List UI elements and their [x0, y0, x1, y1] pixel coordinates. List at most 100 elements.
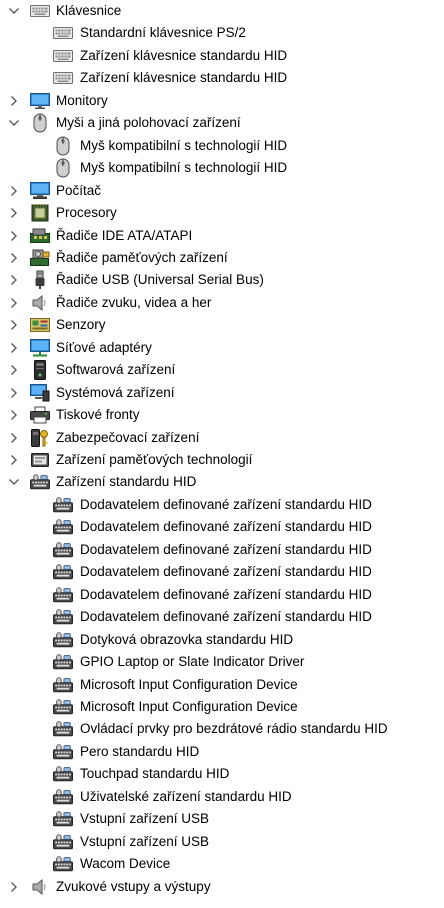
chevron-right-icon[interactable] [6, 359, 22, 381]
category-mysi-label: Myši a jiná polohovací zařízení [56, 115, 241, 131]
tree-category-row[interactable]: Systémová zařízení [0, 382, 444, 404]
tree-device-row[interactable]: Zařízení klávesnice standardu HID [0, 67, 444, 89]
usb-icon [30, 270, 50, 290]
device-keyboard-ps2-label: Standardní klávesnice PS/2 [80, 25, 246, 41]
tree-category-row[interactable]: Zvukové vstupy a výstupy [0, 876, 444, 898]
tree-device-row[interactable]: Dodavatelem definované zařízení standard… [0, 606, 444, 628]
device-wacom-label: Wacom Device [80, 856, 171, 872]
processor-icon [30, 204, 50, 222]
device-gpio-indicator-label: GPIO Laptop or Slate Indicator Driver [80, 654, 305, 670]
category-zabezpecovaci-zarizeni-label: Zabezpečovací zařízení [56, 429, 200, 445]
system-device-icon [30, 383, 50, 402]
tree-category-row[interactable]: Řadiče zvuku, videa a her [0, 292, 444, 314]
speaker-icon [30, 878, 50, 896]
tree-category-row[interactable]: Procesory [0, 202, 444, 224]
chevron-right-icon[interactable] [6, 292, 22, 314]
category-monitory-label: Monitory [56, 92, 108, 108]
tree-device-row[interactable]: Myš kompatibilní s technologií HID [0, 157, 444, 179]
tree-device-row[interactable]: Microsoft Input Configuration Device [0, 674, 444, 696]
tree-device-row[interactable]: Standardní klávesnice PS/2 [0, 22, 444, 44]
category-procesory-label: Procesory [56, 205, 117, 221]
tree-device-row[interactable]: Dodavatelem definované zařízení standard… [0, 539, 444, 561]
tree-device-row[interactable]: Dodavatelem definované zařízení standard… [0, 494, 444, 516]
hid-icon [53, 810, 73, 828]
tree-device-row[interactable]: Pero standardu HID [0, 741, 444, 763]
chevron-right-icon[interactable] [6, 247, 22, 269]
tree-device-row[interactable]: Touchpad standardu HID [0, 763, 444, 785]
tree-category-row[interactable]: Řadiče IDE ATA/ATAPI [0, 225, 444, 247]
chevron-right-icon[interactable] [6, 314, 22, 336]
chevron-right-icon[interactable] [6, 382, 22, 404]
tree-device-row[interactable]: Dotyková obrazovka standardu HID [0, 629, 444, 651]
chevron-down-icon[interactable] [6, 0, 22, 22]
tree-device-row[interactable]: Dodavatelem definované zařízení standard… [0, 516, 444, 538]
chevron-right-icon[interactable] [6, 876, 22, 898]
monitor-icon [30, 92, 50, 110]
tree-device-row[interactable]: Myš kompatibilní s technologií HID [0, 135, 444, 157]
device-tree: Klávesnice Standardní klávesnice PS/2 Zaří… [0, 0, 444, 908]
tree-category-row[interactable]: Počítač [0, 180, 444, 202]
device-keyboard-hid-label: Zařízení klávesnice standardu HID [80, 70, 288, 86]
hid-icon [53, 743, 73, 761]
device-hid-vendor-defined-label: Dodavatelem definované zařízení standard… [80, 609, 372, 625]
chevron-right-icon[interactable] [6, 225, 22, 247]
tree-category-row[interactable]: Zařízení paměťových technologií [0, 449, 444, 471]
chevron-down-icon[interactable] [6, 112, 22, 134]
tree-category-row[interactable]: Síťové adaptéry [0, 337, 444, 359]
hid-icon [53, 631, 73, 649]
hid-icon [53, 676, 73, 694]
category-tiskove-fronty-label: Tiskové fronty [56, 407, 140, 423]
keyboard-icon [53, 47, 73, 65]
device-hid-vendor-defined-label: Dodavatelem definované zařízení standard… [80, 496, 372, 512]
chevron-right-icon[interactable] [6, 449, 22, 471]
tree-category-row[interactable]: Zabezpečovací zařízení [0, 427, 444, 449]
software-device-icon [30, 360, 50, 381]
tree-category-row[interactable]: Klávesnice [0, 0, 444, 22]
tree-device-row[interactable]: Microsoft Input Configuration Device [0, 696, 444, 718]
chevron-down-icon[interactable] [6, 471, 22, 493]
memory-technology-icon [30, 451, 50, 469]
tree-device-row[interactable]: Uživatelské zařízení standardu HID [0, 786, 444, 808]
tree-category-row[interactable]: Monitory [0, 90, 444, 112]
chevron-right-icon[interactable] [6, 404, 22, 426]
hid-icon [53, 586, 73, 604]
hid-icon [53, 765, 73, 783]
chevron-right-icon[interactable] [6, 180, 22, 202]
chevron-right-icon[interactable] [6, 337, 22, 359]
device-ms-input-config-label: Microsoft Input Configuration Device [80, 698, 298, 714]
tree-device-row[interactable]: Vstupní zařízení USB [0, 808, 444, 830]
device-ms-input-config-label: Microsoft Input Configuration Device [80, 676, 298, 692]
tree-device-row[interactable]: Dodavatelem definované zařízení standard… [0, 561, 444, 583]
tree-category-row[interactable]: Senzory [0, 314, 444, 336]
device-hid-vendor-defined-label: Dodavatelem definované zařízení standard… [80, 519, 372, 535]
tree-device-row[interactable]: Zařízení klávesnice standardu HID [0, 45, 444, 67]
hid-icon [53, 833, 73, 851]
hid-icon [53, 518, 73, 536]
chevron-right-icon[interactable] [6, 202, 22, 224]
tree-category-row[interactable]: Řadiče paměťových zařízení [0, 247, 444, 269]
tree-category-row[interactable]: Softwarová zařízení [0, 359, 444, 381]
device-usb-input-label: Vstupní zařízení USB [80, 833, 210, 849]
security-key-icon [30, 428, 50, 447]
tree-device-row[interactable]: Wacom Device [0, 853, 444, 875]
tree-device-row[interactable]: Vstupní zařízení USB [0, 831, 444, 853]
keyboard-icon [30, 2, 50, 20]
keyboard-icon [53, 69, 73, 87]
tree-device-row[interactable]: Ovládací prvky pro bezdrátové rádio stan… [0, 718, 444, 740]
device-hid-pen-label: Pero standardu HID [80, 743, 200, 759]
mouse-icon [30, 113, 50, 133]
category-zarizeni-standardu-hid-label: Zařízení standardu HID [56, 474, 197, 490]
tree-device-row[interactable]: Dodavatelem definované zařízení standard… [0, 584, 444, 606]
chevron-right-icon[interactable] [6, 427, 22, 449]
chevron-right-icon[interactable] [6, 90, 22, 112]
tree-category-row[interactable]: Myši a jiná polohovací zařízení [0, 112, 444, 134]
device-hid-touchscreen-label: Dotyková obrazovka standardu HID [80, 631, 294, 647]
hid-icon [53, 855, 73, 873]
tree-category-row[interactable]: Řadiče USB (Universal Serial Bus) [0, 269, 444, 291]
device-keyboard-hid-label: Zařízení klávesnice standardu HID [80, 47, 288, 63]
chevron-right-icon[interactable] [6, 269, 22, 291]
tree-device-row[interactable]: GPIO Laptop or Slate Indicator Driver [0, 651, 444, 673]
category-radice-pametovych-zarizeni-label: Řadiče paměťových zařízení [56, 249, 228, 265]
tree-category-row[interactable]: Tiskové fronty [0, 404, 444, 426]
tree-category-row[interactable]: Zařízení standardu HID [0, 471, 444, 493]
